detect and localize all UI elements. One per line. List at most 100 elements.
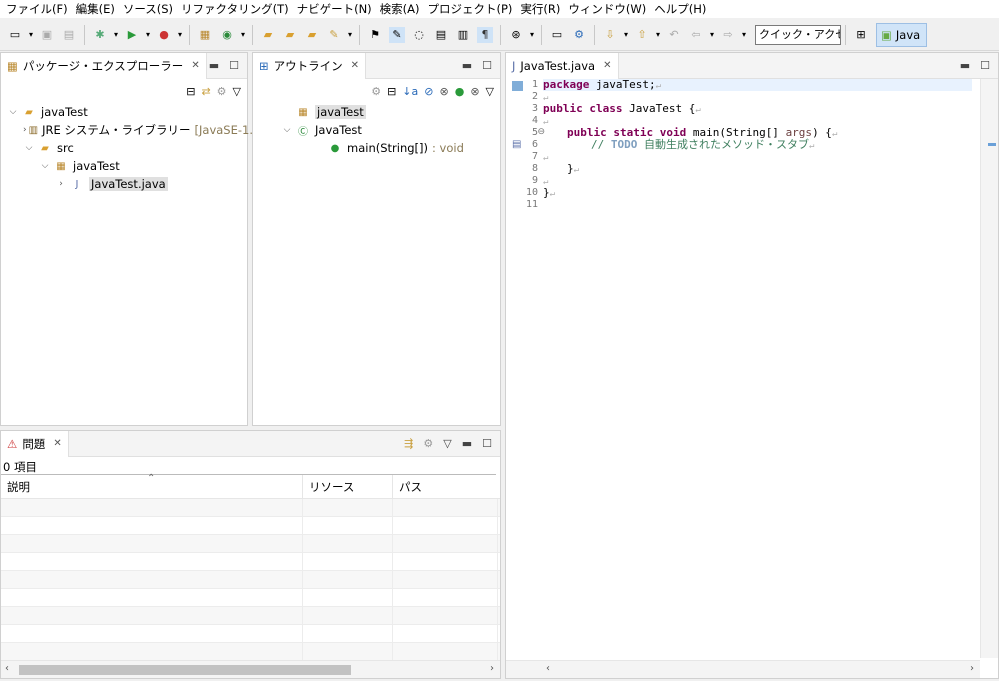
console-icon[interactable]: ▭ xyxy=(549,27,565,43)
menu-item[interactable]: ナビゲート(N) xyxy=(293,0,376,18)
open-type-icon[interactable]: ▰ xyxy=(260,27,276,43)
column-resource[interactable]: リソース xyxy=(303,475,393,498)
new-dropdown-icon[interactable]: ▾ xyxy=(27,27,35,43)
new-class-icon[interactable]: ◉ xyxy=(219,27,235,43)
tree-item[interactable]: ⌵ Ⓒ JavaTest xyxy=(257,121,496,139)
chevron-right-icon[interactable]: › xyxy=(55,179,67,189)
filter-icon[interactable]: ⚙ xyxy=(423,437,433,450)
scroll-left-icon[interactable]: ‹ xyxy=(546,663,550,674)
minimize-icon[interactable]: ▬ xyxy=(462,59,472,72)
hide-local-types-icon[interactable]: ⊗ xyxy=(470,85,479,98)
code-area[interactable]: package javaTest;↵ ↵ public class JavaTe… xyxy=(543,79,972,658)
close-icon[interactable]: ✕ xyxy=(53,438,61,449)
open-folder-icon[interactable]: ▰ xyxy=(304,27,320,43)
java-perspective-button[interactable]: ▣ Java xyxy=(876,22,928,47)
show-source-icon[interactable]: ▥ xyxy=(455,27,471,43)
tab-javatest-java[interactable]: J JavaTest.java ✕ xyxy=(506,52,619,79)
next-annotation-icon[interactable]: ⇩ xyxy=(602,27,618,43)
minimize-icon[interactable]: ▬ xyxy=(462,437,472,450)
open-task-icon[interactable]: ▰ xyxy=(282,27,298,43)
forward-icon[interactable]: ⇨ xyxy=(720,27,736,43)
chevron-down-icon[interactable]: ⌵ xyxy=(7,107,19,117)
menu-item[interactable]: プロジェクト(P) xyxy=(424,0,517,18)
menu-item[interactable]: リファクタリング(T) xyxy=(177,0,293,18)
maximize-icon[interactable]: ☐ xyxy=(229,59,239,72)
chevron-right-icon[interactable]: › xyxy=(23,125,27,135)
run-icon[interactable]: ▶ xyxy=(124,27,140,43)
tree-item[interactable]: › ▥ JRE システム・ライブラリー [JavaSE-1.8] xyxy=(5,121,265,139)
menu-item[interactable]: 編集(E) xyxy=(72,0,119,18)
tree-item[interactable]: ▦ javaTest xyxy=(257,103,496,121)
external-tools-dropdown-icon[interactable]: ▾ xyxy=(176,27,184,43)
menu-item[interactable]: ヘルプ(H) xyxy=(650,0,710,18)
horizontal-scrollbar[interactable]: ‹ › xyxy=(506,660,980,678)
maximize-icon[interactable]: ☐ xyxy=(482,437,492,450)
minimize-icon[interactable]: ▬ xyxy=(960,59,970,72)
chevron-down-icon[interactable]: ⌵ xyxy=(23,143,35,153)
sort-icon[interactable]: ↓a xyxy=(402,85,418,98)
show-whitespace-icon[interactable]: ¶ xyxy=(477,26,493,43)
tree-item[interactable]: ⌵ ▰ javaTest xyxy=(5,103,243,121)
external-tools-icon[interactable]: ● xyxy=(156,27,172,43)
block-select-icon[interactable]: ◌ xyxy=(411,27,427,43)
search-dropdown-icon[interactable]: ▾ xyxy=(346,27,354,43)
new-package-icon[interactable]: ▦ xyxy=(197,27,213,43)
horizontal-scrollbar[interactable]: ‹ › xyxy=(1,660,500,678)
menu-item[interactable]: 検索(A) xyxy=(376,0,424,18)
link-with-editor-icon[interactable]: ⇄ xyxy=(201,85,210,98)
settings-icon[interactable]: ⚙ xyxy=(571,27,587,43)
forward-dropdown-icon[interactable]: ▾ xyxy=(740,27,748,43)
view-menu-icon[interactable]: ▽ xyxy=(233,85,241,98)
view-menu-icon[interactable]: ▽ xyxy=(486,85,494,98)
prev-annotation-icon[interactable]: ⇧ xyxy=(634,27,650,43)
save-icon[interactable]: ▣ xyxy=(39,27,55,43)
focus-icon[interactable]: ⇶ xyxy=(404,437,413,450)
tab-outline[interactable]: ⊞ アウトライン ✕ xyxy=(253,52,367,79)
highlight-icon[interactable]: ✎ xyxy=(389,26,405,43)
annotation-dropdown-icon[interactable]: ▾ xyxy=(528,27,536,43)
annotation-icon[interactable]: ⊛ xyxy=(508,27,524,43)
new-class-dropdown-icon[interactable]: ▾ xyxy=(239,27,247,43)
tab-package-explorer[interactable]: ▦ パッケージ・エクスプローラー ✕ xyxy=(1,52,207,79)
maximize-icon[interactable]: ☐ xyxy=(980,59,990,72)
hide-nonpublic-icon[interactable]: ● xyxy=(455,85,465,98)
menu-item[interactable]: ウィンドウ(W) xyxy=(564,0,650,18)
debug-dropdown-icon[interactable]: ▾ xyxy=(112,27,120,43)
new-icon[interactable]: ▭ xyxy=(7,27,23,43)
close-icon[interactable]: ✕ xyxy=(603,60,611,71)
hide-fields-icon[interactable]: ⊘ xyxy=(424,85,433,98)
filter-icon[interactable]: ⚙ xyxy=(217,85,227,98)
column-path[interactable]: パス xyxy=(393,475,498,498)
menu-item[interactable]: ソース(S) xyxy=(119,0,177,18)
hide-static-icon[interactable]: ⊗ xyxy=(439,85,448,98)
minimize-icon[interactable]: ▬ xyxy=(209,59,219,72)
open-perspective-icon[interactable]: ⊞ xyxy=(853,27,869,43)
chevron-down-icon[interactable]: ⌵ xyxy=(39,161,51,171)
debug-icon[interactable]: ✱ xyxy=(92,27,108,43)
back-icon[interactable]: ⇦ xyxy=(688,27,704,43)
scroll-thumb[interactable] xyxy=(19,665,351,675)
tree-item[interactable]: ⌵ ▰ src xyxy=(5,139,243,157)
back-dropdown-icon[interactable]: ▾ xyxy=(708,27,716,43)
view-menu-icon[interactable]: ▽ xyxy=(443,437,451,450)
tree-item[interactable]: › J JavaTest.java xyxy=(5,175,243,193)
chevron-down-icon[interactable]: ⌵ xyxy=(281,125,293,135)
close-icon[interactable]: ✕ xyxy=(191,60,199,71)
save-all-icon[interactable]: ▤ xyxy=(61,27,77,43)
collapse-all-icon[interactable]: ⊟ xyxy=(186,85,195,98)
tree-item[interactable]: ⌵ ▦ javaTest xyxy=(5,157,243,175)
tab-problems[interactable]: ⚠ 問題 ✕ xyxy=(1,430,69,457)
scroll-left-icon[interactable]: ‹ xyxy=(5,663,9,674)
toggle-mark-icon[interactable]: ⚑ xyxy=(367,27,383,43)
maximize-icon[interactable]: ☐ xyxy=(482,59,492,72)
next-annotation-dropdown-icon[interactable]: ▾ xyxy=(622,27,630,43)
scroll-right-icon[interactable]: › xyxy=(490,663,494,674)
search-icon[interactable]: ✎ xyxy=(326,27,342,43)
last-edit-icon[interactable]: ↶ xyxy=(666,27,682,43)
column-description[interactable]: 説明 ⌃ xyxy=(1,473,303,498)
collapse-all-icon[interactable]: ⊟ xyxy=(387,85,396,98)
tree-item[interactable]: ● main(String[]): void xyxy=(257,139,496,157)
quick-access-input[interactable]: クイック・アクセス xyxy=(755,24,841,45)
word-wrap-icon[interactable]: ▤ xyxy=(433,27,449,43)
menu-item[interactable]: ファイル(F) xyxy=(2,0,72,18)
